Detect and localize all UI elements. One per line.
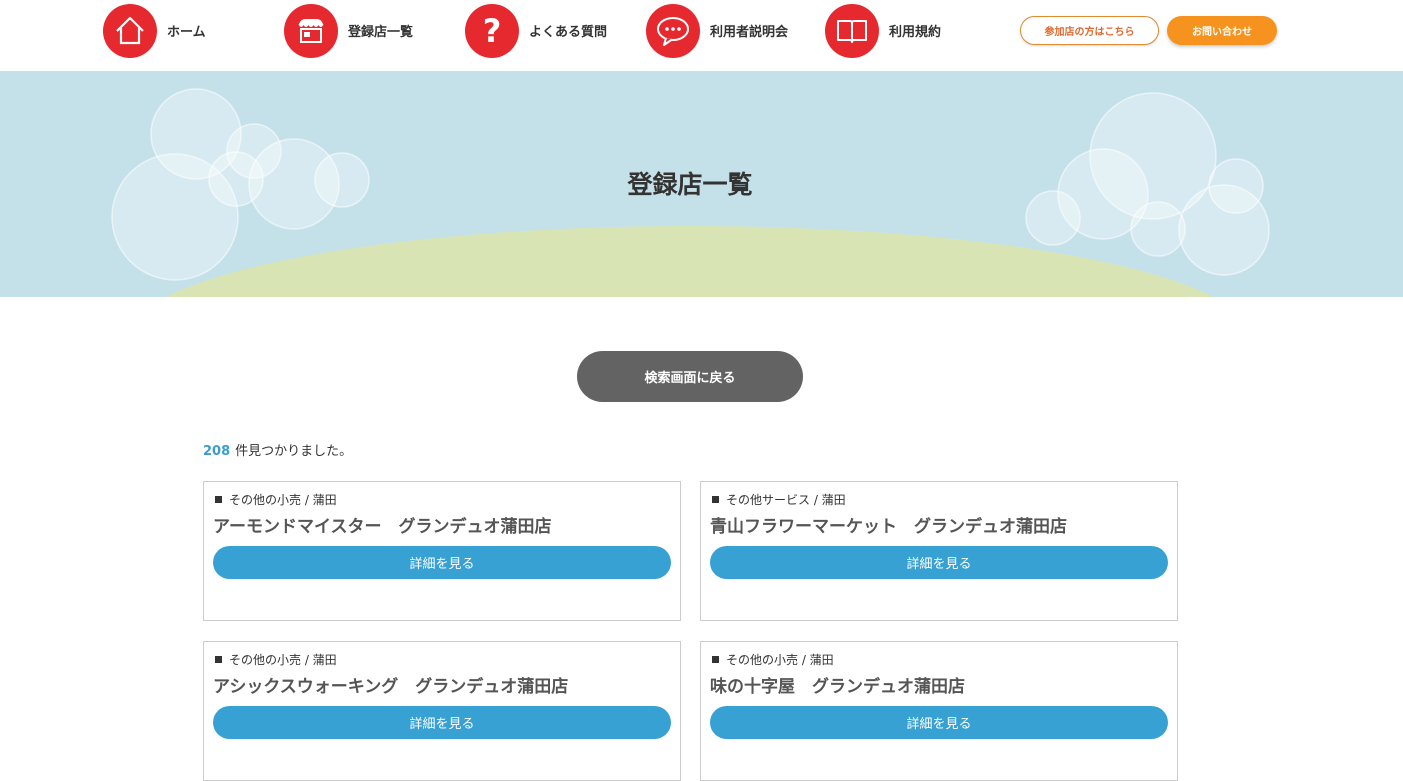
back-to-search-button[interactable]: 検索画面に戻る: [577, 351, 803, 402]
site-header: ホーム 登録店一覧 ? よくある質問 利用者説明会 利用規約 参加店の方はこちら…: [0, 0, 1403, 71]
bullet-square-icon: [712, 495, 719, 503]
nav-briefing[interactable]: 利用者説明会: [646, 3, 788, 58]
result-count-text: 件見つかりました。: [235, 444, 353, 459]
svg-text:?: ?: [483, 12, 502, 50]
contact-button[interactable]: お問い合わせ: [1167, 16, 1277, 45]
store-category: その他の小売 / 蒲田: [712, 652, 1168, 667]
store-category-text: その他の小売 / 蒲田: [726, 652, 834, 667]
view-details-button[interactable]: 詳細を見る: [213, 706, 671, 739]
home-icon: [103, 3, 157, 58]
view-details-button[interactable]: 詳細を見る: [213, 546, 671, 579]
hero-banner: 登録店一覧: [0, 71, 1403, 297]
store-card: その他の小売 / 蒲田 アーモンドマイスター グランデュオ蒲田店 詳細を見る: [203, 481, 681, 621]
store-category-text: その他の小売 / 蒲田: [229, 652, 337, 667]
book-icon: [825, 3, 879, 58]
store-card: その他の小売 / 蒲田 味の十字屋 グランデュオ蒲田店 詳細を見る: [700, 641, 1178, 781]
nav-store-list-label: 登録店一覧: [348, 25, 414, 40]
store-category-text: その他サービス / 蒲田: [726, 492, 846, 507]
view-details-button[interactable]: 詳細を見る: [710, 706, 1168, 739]
bullet-square-icon: [215, 495, 222, 503]
store-category: その他の小売 / 蒲田: [215, 492, 671, 507]
page-title: 登録店一覧: [627, 170, 753, 199]
store-name: アーモンドマイスター グランデュオ蒲田店: [213, 517, 552, 537]
store-category-text: その他の小売 / 蒲田: [229, 492, 337, 507]
result-count: 208 件見つかりました。: [203, 440, 352, 459]
store-icon: [284, 3, 338, 58]
partner-store-button[interactable]: 参加店の方はこちら: [1020, 16, 1159, 45]
question-icon: ?: [465, 3, 519, 58]
store-name: アシックスウォーキング グランデュオ蒲田店: [213, 677, 569, 697]
chat-bubble-icon: [646, 3, 700, 58]
store-name: 青山フラワーマーケット グランデュオ蒲田店: [710, 517, 1067, 537]
nav-terms-label: 利用規約: [889, 25, 942, 40]
store-card: その他の小売 / 蒲田 アシックスウォーキング グランデュオ蒲田店 詳細を見る: [203, 641, 681, 781]
nav-faq-label: よくある質問: [529, 25, 608, 40]
nav-home-label: ホーム: [167, 25, 206, 40]
view-details-button[interactable]: 詳細を見る: [710, 546, 1168, 579]
nav-briefing-label: 利用者説明会: [710, 25, 789, 40]
store-category: その他サービス / 蒲田: [712, 492, 1168, 507]
nav-faq[interactable]: ? よくある質問: [465, 3, 607, 58]
nav-terms[interactable]: 利用規約: [825, 3, 941, 58]
store-category: その他の小売 / 蒲田: [215, 652, 671, 667]
store-name: 味の十字屋 グランデュオ蒲田店: [710, 677, 965, 697]
result-count-number: 208: [203, 444, 231, 459]
bullet-square-icon: [215, 655, 222, 663]
bullet-square-icon: [712, 655, 719, 663]
nav-store-list[interactable]: 登録店一覧: [284, 3, 413, 58]
nav-home[interactable]: ホーム: [103, 3, 206, 58]
store-card: その他サービス / 蒲田 青山フラワーマーケット グランデュオ蒲田店 詳細を見る: [700, 481, 1178, 621]
